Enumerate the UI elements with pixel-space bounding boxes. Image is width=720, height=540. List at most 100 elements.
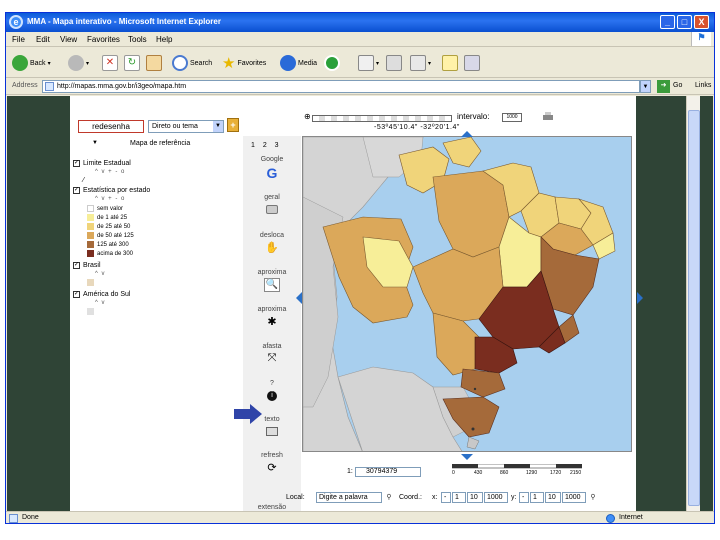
tool-panel: 1 2 3 Google G geral desloca ✋ aproxima … — [243, 136, 301, 511]
tool-aproxima-2[interactable]: aproxima ✱ — [243, 306, 301, 329]
binoculars-icon[interactable]: ⚲ — [384, 492, 394, 503]
home-button[interactable] — [146, 54, 164, 72]
address-dropdown[interactable]: ▼ — [640, 80, 651, 93]
edit-icon — [410, 55, 426, 71]
links-button[interactable]: Links — [695, 82, 711, 89]
printer-icon — [386, 55, 402, 71]
pan-left-arrow-icon[interactable] — [296, 292, 302, 304]
collapse-icon[interactable]: ▼ — [92, 140, 98, 146]
refresh-button[interactable]: ↻ — [124, 54, 142, 72]
scale-input[interactable]: 30794379 — [355, 467, 421, 477]
x-field[interactable]: 1 — [452, 492, 466, 503]
menu-favorites[interactable]: Favorites — [87, 35, 120, 44]
print-button[interactable] — [386, 54, 404, 72]
minimize-button[interactable]: _ — [660, 15, 675, 29]
layer-checkbox[interactable]: ✓ — [73, 187, 80, 194]
menu-tools[interactable]: Tools — [128, 35, 147, 44]
tool-label: desloca — [259, 232, 285, 239]
interval-slider[interactable] — [312, 115, 452, 122]
add-layer-icon[interactable]: + — [227, 118, 239, 132]
status-text: Done — [22, 514, 39, 521]
mail-icon — [358, 55, 374, 71]
binoculars-icon[interactable]: ⚲ — [588, 492, 598, 503]
chevron-down-icon: ▾ — [86, 60, 90, 67]
go-arrow-icon[interactable]: ➜ — [657, 80, 670, 93]
pan-right-arrow-icon[interactable] — [637, 292, 643, 304]
tool-aproxima[interactable]: aproxima 🔍 — [243, 269, 301, 292]
edit-button[interactable]: ▾ — [410, 54, 431, 72]
history-button[interactable] — [324, 54, 342, 72]
layer-controls[interactable]: ^ v + - o — [95, 196, 125, 202]
tool-label: aproxima — [257, 269, 287, 276]
pan-up-arrow-icon[interactable] — [461, 131, 473, 137]
media-button[interactable]: Media — [280, 54, 317, 72]
tool-google[interactable]: Google G — [243, 156, 301, 181]
address-url: http://mapas.mma.gov.br/i3geo/mapa.htm — [57, 83, 187, 90]
google-icon: G — [266, 165, 278, 181]
layer-name: América do Sul — [83, 291, 131, 298]
scale-tick: 0 — [452, 470, 455, 476]
mail-button[interactable]: ▾ — [358, 54, 379, 72]
x-field[interactable]: 1000 — [484, 492, 508, 503]
address-input[interactable]: http://mapas.mma.gov.br/i3geo/mapa.htm — [42, 80, 640, 93]
layer-brasil[interactable]: ✓ Brasil — [73, 262, 101, 269]
layer-name: Limite Estadual — [83, 160, 131, 167]
map-canvas[interactable] — [302, 136, 632, 452]
back-button[interactable]: Back ▾ — [12, 54, 51, 72]
menu-help[interactable]: Help — [156, 35, 172, 44]
tool-label: refresh — [261, 452, 283, 459]
ie-logo-icon: e — [9, 15, 23, 29]
tool-desloca[interactable]: desloca ✋ — [243, 232, 301, 255]
scrollbar-thumb[interactable] — [688, 110, 700, 506]
scale-tick: 860 — [500, 470, 509, 476]
y-field[interactable]: 1000 — [562, 492, 586, 503]
y-field[interactable]: 1 — [530, 492, 544, 503]
reference-map-label[interactable]: Mapa de referência — [130, 140, 190, 147]
go-button[interactable]: Go — [673, 82, 682, 89]
search-icon — [172, 55, 188, 71]
page-viewport: redesenha Direto ou tema ▼ + ▼ Mapa de r… — [7, 96, 713, 511]
layer-checkbox[interactable]: ✓ — [73, 160, 80, 167]
interval-label: intervalo: — [457, 112, 490, 121]
layer-checkbox[interactable]: ✓ — [73, 291, 80, 298]
close-button[interactable]: X — [694, 15, 709, 29]
x-field[interactable]: 10 — [467, 492, 483, 503]
layer-name: Brasil — [83, 262, 101, 269]
layer-controls[interactable]: ^ v — [95, 271, 105, 277]
map-image — [303, 137, 631, 451]
mode-select[interactable]: Direto ou tema ▼ — [148, 120, 224, 133]
y-field[interactable]: 10 — [545, 492, 561, 503]
search-button[interactable]: Search — [172, 54, 212, 72]
find-input[interactable]: Digite a palavra — [316, 492, 382, 503]
tool-page-numbers[interactable]: 1 2 3 — [251, 142, 282, 149]
tool-afasta[interactable]: afasta ⤧ — [243, 343, 301, 366]
layer-controls[interactable]: ^ v + - o — [95, 169, 125, 175]
menu-file[interactable]: File — [12, 35, 25, 44]
menu-view[interactable]: View — [60, 35, 77, 44]
layer-estatistica[interactable]: ✓ Estatística por estado — [73, 187, 150, 194]
refresh-icon: ↻ — [124, 55, 140, 71]
layer-checkbox[interactable]: ✓ — [73, 262, 80, 269]
layer-america-do-sul[interactable]: ✓ América do Sul — [73, 291, 130, 298]
printer-icon[interactable] — [542, 112, 554, 122]
maximize-button[interactable]: □ — [677, 15, 692, 29]
tool-refresh[interactable]: refresh ⟳ — [243, 452, 301, 475]
globe-icon[interactable]: ⊕ — [304, 112, 311, 121]
x-field[interactable]: - — [441, 492, 451, 503]
menu-edit[interactable]: Edit — [36, 35, 50, 44]
tool-info[interactable]: ? i — [243, 380, 301, 401]
vertical-scrollbar[interactable] — [686, 96, 700, 511]
tool-geral[interactable]: geral — [243, 194, 301, 214]
y-field[interactable]: - — [519, 492, 529, 503]
text-icon — [266, 427, 278, 436]
printer-icon — [266, 205, 278, 214]
layer-controls[interactable]: ^ v — [95, 300, 105, 306]
interval-input[interactable]: 1000 — [502, 113, 522, 122]
forward-button[interactable]: ▾ — [68, 54, 89, 72]
stop-button[interactable]: ✕ — [102, 54, 120, 72]
messenger-button[interactable] — [464, 54, 482, 72]
favorites-button[interactable]: ★ Favorites — [222, 54, 266, 72]
layer-limite-estadual[interactable]: ✓ Limite Estadual — [73, 160, 131, 167]
discuss-button[interactable] — [442, 54, 460, 72]
redraw-button[interactable]: redesenha — [78, 120, 144, 133]
